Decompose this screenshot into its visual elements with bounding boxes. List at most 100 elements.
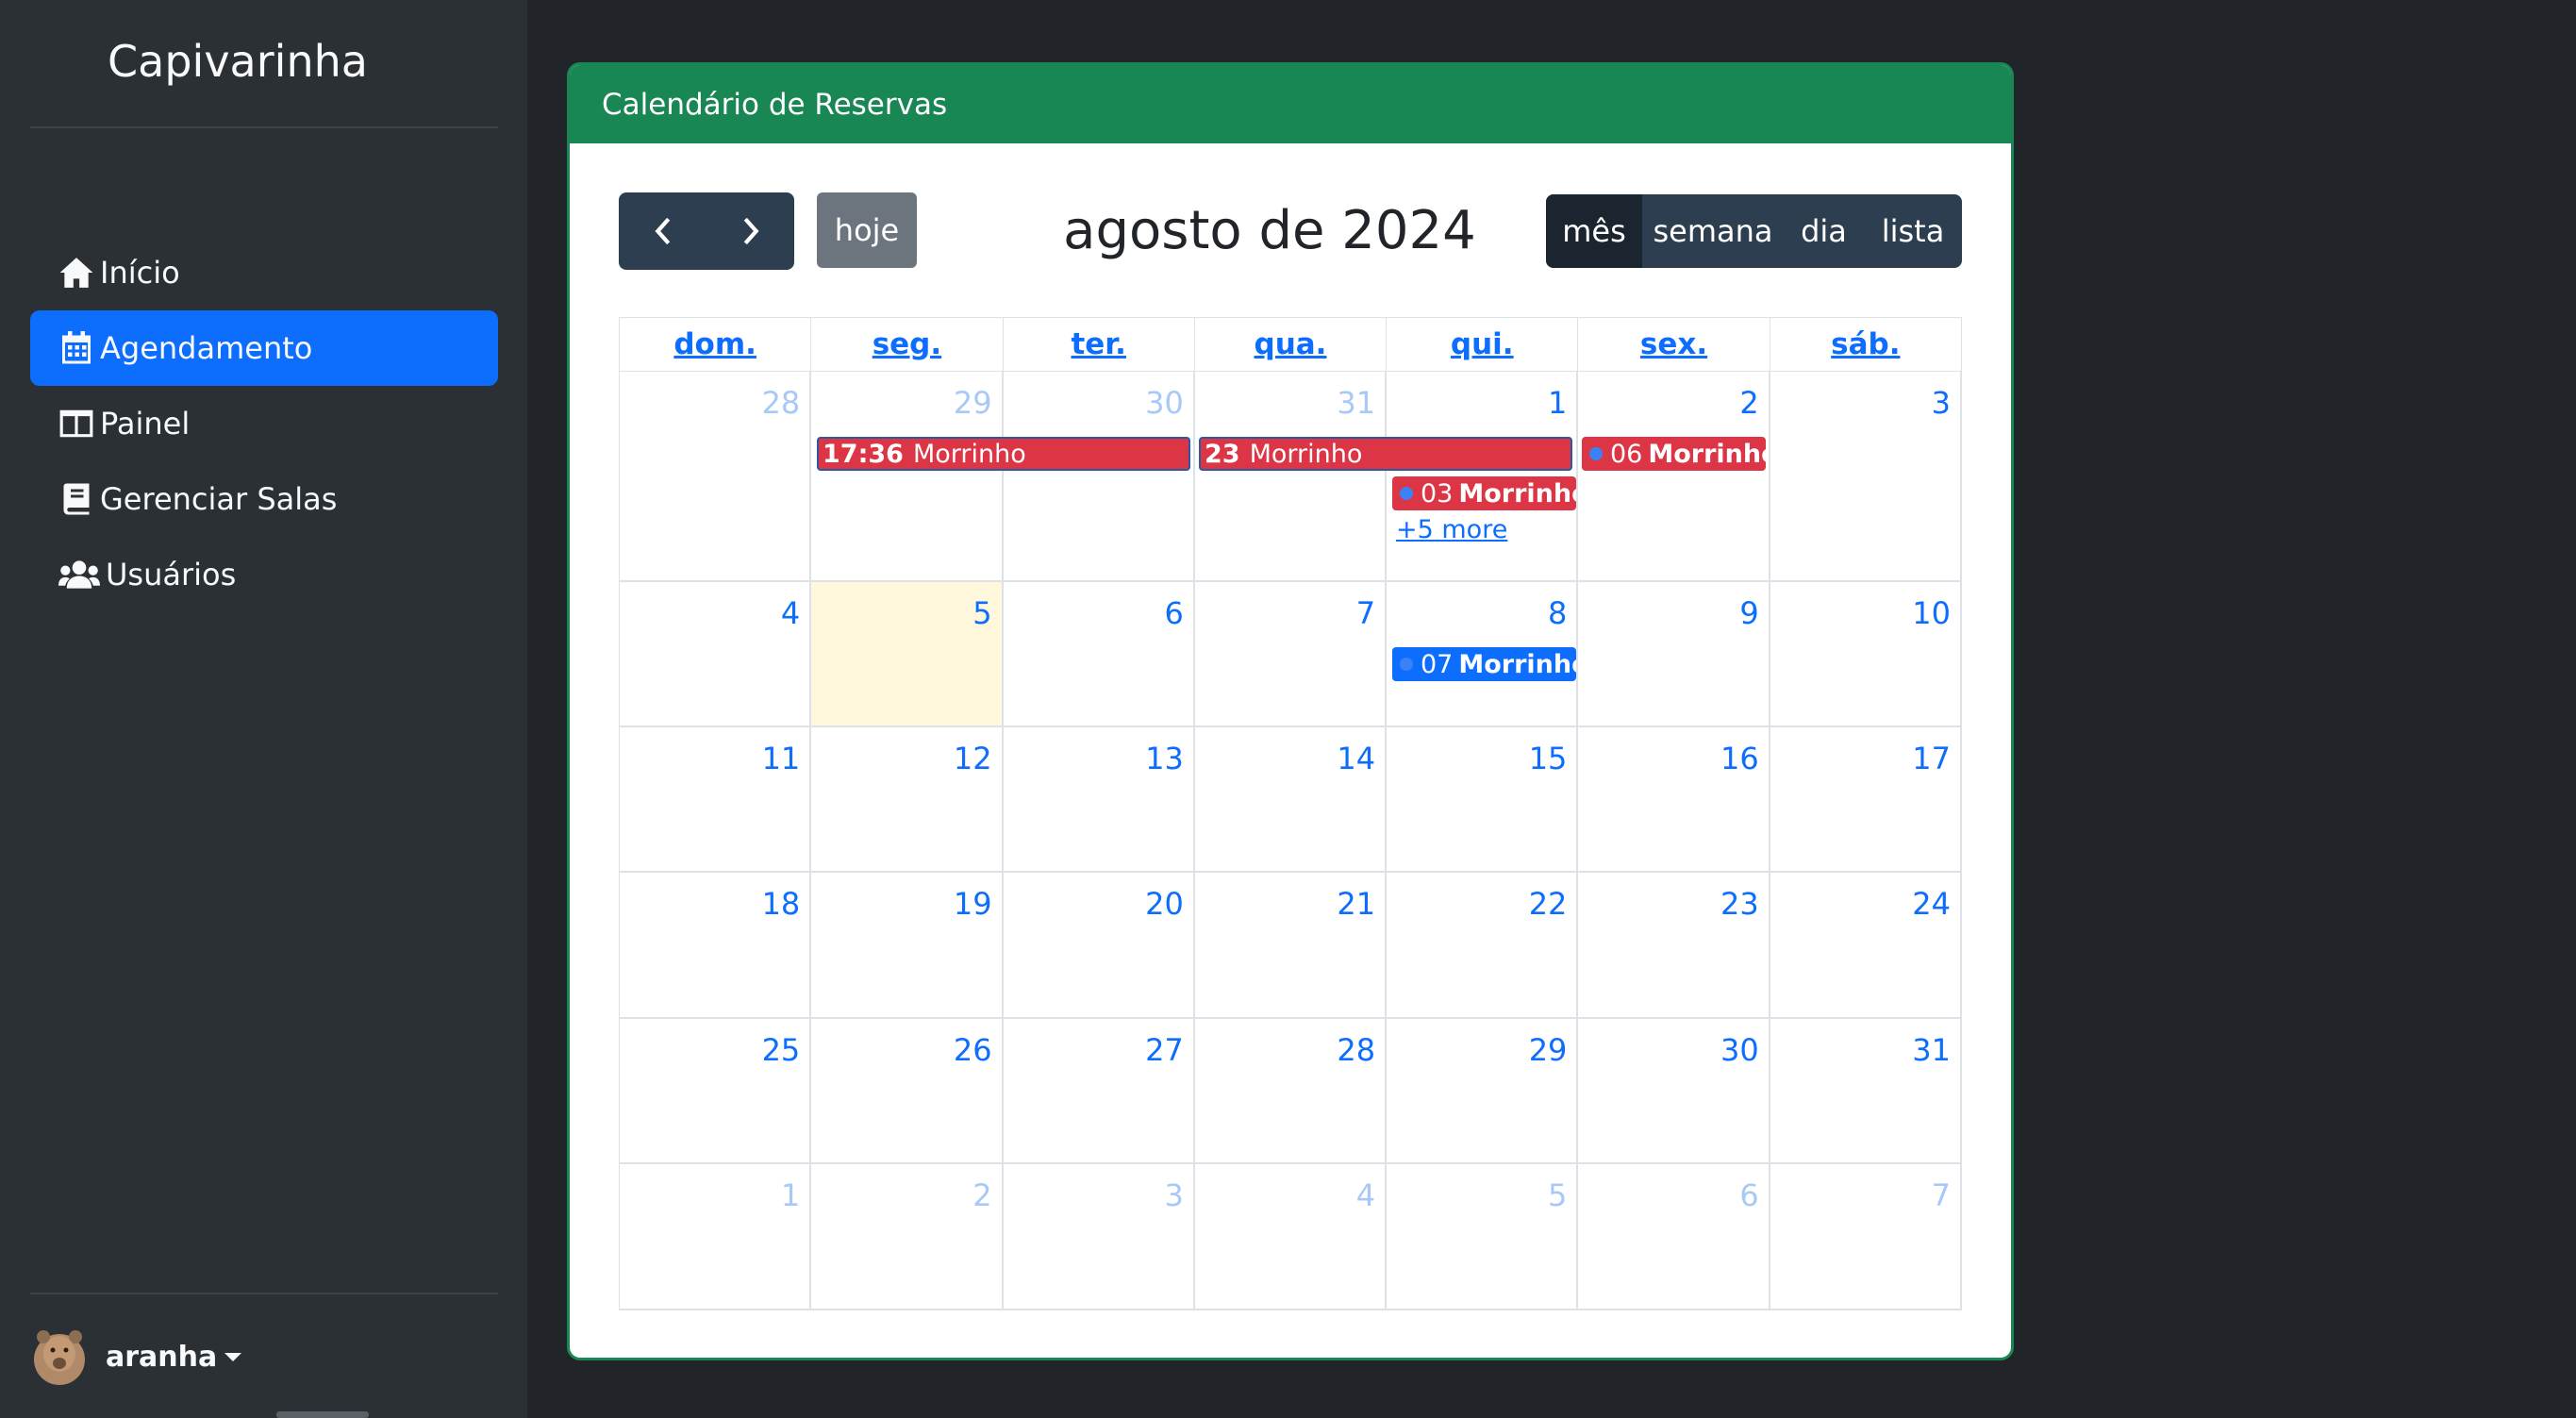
day-cell[interactable]: 3 xyxy=(1770,372,1962,580)
day-number[interactable]: 7 xyxy=(1932,1177,1951,1213)
day-number[interactable]: 16 xyxy=(1720,741,1759,776)
sidebar-item-inicio[interactable]: Início xyxy=(30,235,498,310)
day-cell[interactable]: 17 xyxy=(1770,727,1962,871)
prev-button[interactable] xyxy=(619,192,706,270)
day-number[interactable]: 22 xyxy=(1529,886,1568,922)
day-cell[interactable]: 3 xyxy=(1004,1164,1195,1309)
day-cell[interactable]: 10 xyxy=(1770,582,1962,726)
day-number[interactable]: 1 xyxy=(1548,385,1567,421)
day-cell[interactable]: 29 xyxy=(1387,1019,1579,1162)
day-cell[interactable]: 18 xyxy=(620,873,812,1017)
day-cell[interactable]: 22 xyxy=(1387,873,1579,1017)
calendar-event[interactable]: 03 Morrinho xyxy=(1392,476,1576,510)
day-cell[interactable]: 30 xyxy=(1004,372,1195,580)
weekday-sun[interactable]: dom. xyxy=(620,318,812,371)
calendar-event[interactable]: 23 Morrinho xyxy=(1199,437,1572,471)
sidebar-item-agendamento[interactable]: Agendamento xyxy=(30,310,498,386)
day-cell[interactable]: 4 xyxy=(620,582,812,726)
day-cell[interactable]: 28 xyxy=(620,372,812,580)
day-number[interactable]: 12 xyxy=(954,741,992,776)
day-number[interactable]: 21 xyxy=(1337,886,1375,922)
day-cell[interactable]: 12 xyxy=(811,727,1004,871)
day-number[interactable]: 27 xyxy=(1145,1032,1184,1068)
day-cell[interactable]: 30 xyxy=(1578,1019,1770,1162)
user-menu[interactable]: aranha xyxy=(32,1327,242,1386)
day-number[interactable]: 6 xyxy=(1164,595,1183,631)
day-number[interactable]: 2 xyxy=(972,1177,991,1213)
day-cell[interactable]: 7 xyxy=(1770,1164,1962,1309)
view-day-button[interactable]: dia xyxy=(1784,194,1864,268)
view-list-button[interactable]: lista xyxy=(1864,194,1962,268)
view-month-button[interactable]: mês xyxy=(1546,194,1642,268)
day-cell[interactable]: 31 xyxy=(1770,1019,1962,1162)
day-number[interactable]: 28 xyxy=(1337,1032,1375,1068)
day-cell[interactable]: 14 xyxy=(1195,727,1388,871)
day-cell[interactable]: 13 xyxy=(1004,727,1195,871)
day-number[interactable]: 5 xyxy=(1548,1177,1567,1213)
day-number[interactable]: 28 xyxy=(762,385,801,421)
more-events-link[interactable]: +5 more xyxy=(1396,515,1507,544)
day-number[interactable]: 3 xyxy=(1164,1177,1183,1213)
day-number[interactable]: 1 xyxy=(781,1177,800,1213)
weekday-thu[interactable]: qui. xyxy=(1387,318,1579,371)
day-cell[interactable]: 7 xyxy=(1195,582,1388,726)
day-number[interactable]: 4 xyxy=(781,595,800,631)
weekday-fri[interactable]: sex. xyxy=(1578,318,1770,371)
brand-title[interactable]: Capivarinha xyxy=(30,36,445,87)
weekday-sat[interactable]: sáb. xyxy=(1770,318,1961,371)
day-cell[interactable]: 1 xyxy=(620,1164,812,1309)
day-cell[interactable]: 6 xyxy=(1578,1164,1770,1309)
day-cell[interactable]: 11 xyxy=(620,727,812,871)
day-number[interactable]: 26 xyxy=(954,1032,992,1068)
sidebar-item-usuarios[interactable]: Usuários xyxy=(30,537,498,612)
day-cell[interactable]: 24 xyxy=(1770,873,1962,1017)
day-number[interactable]: 6 xyxy=(1739,1177,1758,1213)
day-cell[interactable]: 26 xyxy=(811,1019,1004,1162)
day-cell[interactable]: 4 xyxy=(1195,1164,1388,1309)
day-cell[interactable]: 2 xyxy=(1578,372,1770,580)
day-cell[interactable]: 27 xyxy=(1004,1019,1195,1162)
day-number[interactable]: 9 xyxy=(1739,595,1758,631)
day-cell[interactable]: 15 xyxy=(1387,727,1579,871)
day-number[interactable]: 2 xyxy=(1739,385,1758,421)
day-number[interactable]: 8 xyxy=(1548,595,1567,631)
day-number[interactable]: 15 xyxy=(1529,741,1568,776)
weekday-tue[interactable]: ter. xyxy=(1004,318,1195,371)
next-button[interactable] xyxy=(706,192,794,270)
day-number[interactable]: 31 xyxy=(1337,385,1375,421)
day-cell-today[interactable]: 5 xyxy=(811,582,1004,726)
day-number[interactable]: 29 xyxy=(1529,1032,1568,1068)
day-number[interactable]: 31 xyxy=(1912,1032,1951,1068)
day-number[interactable]: 30 xyxy=(1720,1032,1759,1068)
day-cell[interactable]: 23 xyxy=(1578,873,1770,1017)
day-number[interactable]: 4 xyxy=(1356,1177,1375,1213)
day-number[interactable]: 18 xyxy=(762,886,801,922)
day-cell[interactable]: 2 xyxy=(811,1164,1004,1309)
sidebar-item-painel[interactable]: Painel xyxy=(30,386,498,461)
calendar-event[interactable]: 17:36 Morrinho xyxy=(817,437,1190,471)
calendar-event[interactable]: 07 Morrinho xyxy=(1392,647,1576,681)
day-cell[interactable]: 21 xyxy=(1195,873,1388,1017)
day-cell[interactable]: 19 xyxy=(811,873,1004,1017)
day-cell[interactable]: 9 xyxy=(1578,582,1770,726)
day-number[interactable]: 11 xyxy=(762,741,801,776)
scrollbar[interactable] xyxy=(276,1411,369,1418)
day-number[interactable]: 19 xyxy=(954,886,992,922)
day-number[interactable]: 25 xyxy=(762,1032,801,1068)
day-cell[interactable]: 29 xyxy=(811,372,1004,580)
day-cell[interactable]: 25 xyxy=(620,1019,812,1162)
day-number[interactable]: 10 xyxy=(1912,595,1951,631)
day-number[interactable]: 29 xyxy=(954,385,992,421)
day-number[interactable]: 7 xyxy=(1356,595,1375,631)
day-number[interactable]: 3 xyxy=(1932,385,1951,421)
view-week-button[interactable]: semana xyxy=(1642,194,1784,268)
day-cell[interactable]: 28 xyxy=(1195,1019,1388,1162)
today-button[interactable]: hoje xyxy=(817,192,917,268)
day-cell[interactable]: 20 xyxy=(1004,873,1195,1017)
day-cell[interactable]: 6 xyxy=(1004,582,1195,726)
day-cell[interactable]: 16 xyxy=(1578,727,1770,871)
sidebar-item-gerenciar-salas[interactable]: Gerenciar Salas xyxy=(30,461,498,537)
weekday-mon[interactable]: seg. xyxy=(811,318,1004,371)
day-number[interactable]: 23 xyxy=(1720,886,1759,922)
day-number[interactable]: 17 xyxy=(1912,741,1951,776)
